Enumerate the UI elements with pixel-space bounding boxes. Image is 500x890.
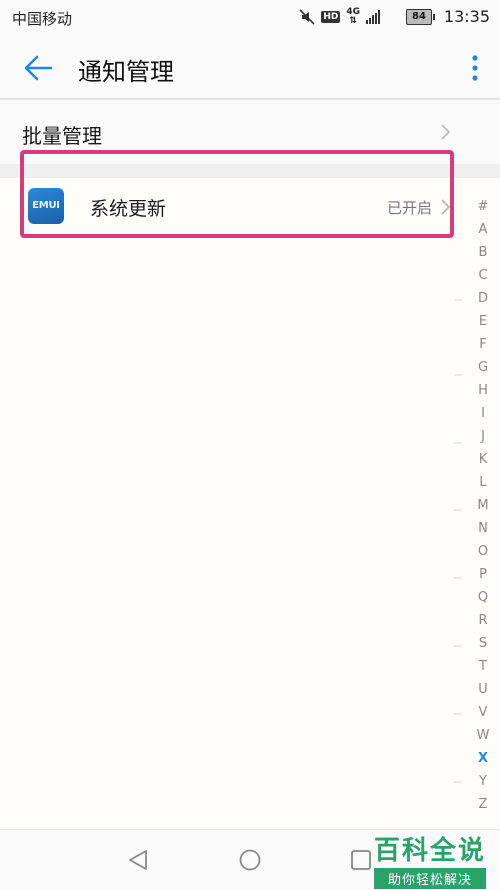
index-letter[interactable]: # — [478, 200, 489, 214]
nav-back-icon[interactable] — [126, 848, 150, 872]
index-letter[interactable]: N — [478, 522, 488, 536]
hd-icon: HD — [321, 11, 341, 23]
index-letter[interactable]: P — [479, 568, 487, 582]
section-divider — [0, 164, 500, 178]
index-letter[interactable]: Y — [479, 775, 487, 789]
list-item[interactable]: EMUI 系统更新 已开启 — [0, 178, 500, 236]
nav-recent-icon[interactable] — [350, 849, 372, 871]
index-letter[interactable]: J — [481, 430, 485, 444]
index-letter[interactable]: V — [479, 706, 488, 720]
arrow-left-icon[interactable] — [22, 54, 54, 82]
more-vertical-icon[interactable] — [470, 54, 480, 82]
page-title: 通知管理 — [78, 58, 174, 86]
network-4g-icon: 4G ⇅ — [346, 7, 360, 26]
alphabet-index-bar[interactable]: # A B C D E F G H I J K L M N O P Q R S T U V W X Y Z — [472, 200, 494, 812]
chevron-right-icon — [441, 199, 450, 215]
batch-management-label: 批量管理 — [22, 124, 102, 148]
watermark-title: 百科全说 — [373, 836, 486, 866]
app-bar: 通知管理 — [0, 36, 500, 100]
index-letter[interactable]: H — [478, 384, 488, 398]
index-letter[interactable]: F — [479, 338, 486, 352]
nav-home-icon[interactable] — [238, 848, 262, 872]
chevron-right-icon — [441, 124, 450, 140]
index-letter[interactable]: M — [477, 499, 488, 513]
index-letter[interactable]: D — [478, 292, 488, 306]
signal-icon — [366, 10, 380, 24]
batch-management-row[interactable]: 批量管理 — [0, 100, 500, 164]
index-letter[interactable]: C — [478, 269, 487, 283]
index-letter[interactable]: X — [478, 752, 488, 766]
index-letter[interactable]: B — [479, 246, 488, 260]
battery-icon: 84 — [406, 9, 435, 25]
watermark-subtitle: 助你轻松解决 — [373, 868, 486, 889]
mute-icon — [299, 9, 315, 25]
status-icons: HD 4G ⇅ — [299, 8, 380, 26]
notification-status: 已开启 — [386, 199, 432, 217]
index-letter[interactable]: Z — [479, 798, 488, 812]
index-letter[interactable]: U — [478, 683, 488, 697]
index-letter[interactable]: K — [479, 453, 488, 467]
app-name: 系统更新 — [90, 198, 167, 220]
index-letter[interactable]: R — [478, 614, 487, 628]
index-letter[interactable]: G — [478, 361, 488, 375]
index-tick-marks — [454, 299, 462, 783]
index-letter[interactable]: Q — [478, 591, 488, 605]
status-bar: 中国移动 HD 4G ⇅ 84 13:35 — [0, 0, 500, 36]
index-letter[interactable]: E — [479, 315, 487, 329]
watermark: 百科全说 助你轻松解决 — [373, 830, 486, 889]
index-letter[interactable]: L — [479, 476, 486, 490]
index-letter[interactable]: A — [479, 223, 488, 237]
index-letter[interactable]: W — [477, 729, 490, 743]
index-letter[interactable]: S — [479, 637, 487, 651]
index-letter[interactable]: I — [481, 407, 485, 421]
carrier-label: 中国移动 — [12, 10, 73, 28]
status-time: 13:35 — [443, 7, 490, 26]
index-letter[interactable]: T — [479, 660, 487, 674]
index-letter[interactable]: O — [478, 545, 488, 559]
emui-app-icon: EMUI — [28, 188, 64, 224]
